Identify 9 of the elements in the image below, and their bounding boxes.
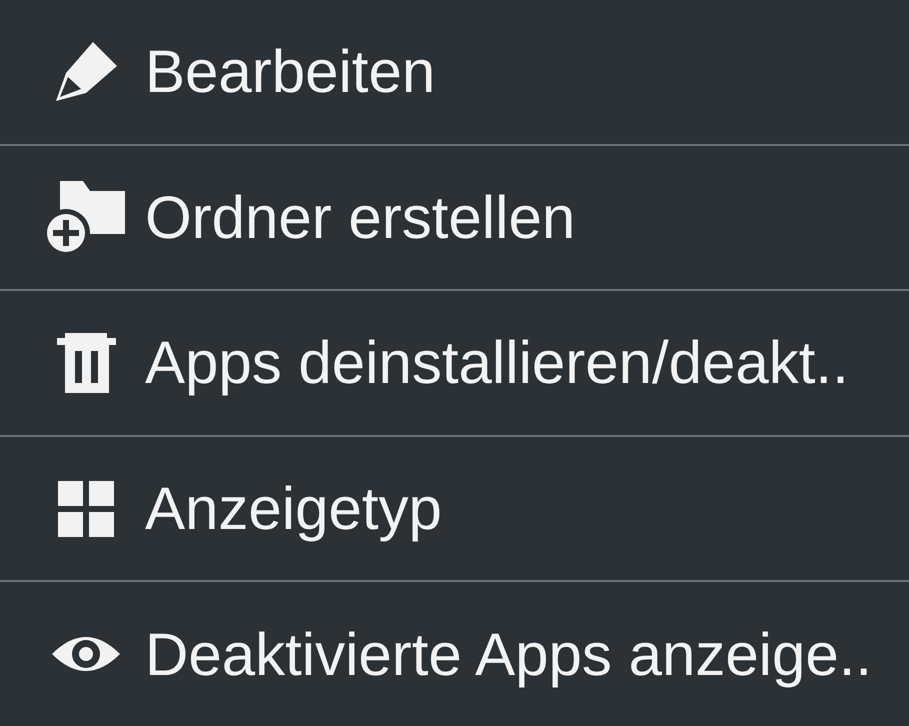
menu-item[interactable]: Apps deinstallieren/deakt.. (0, 289, 909, 435)
menu-item[interactable]: Ordner erstellen (0, 144, 909, 290)
menu-item[interactable]: Bearbeiten (0, 0, 909, 144)
menu-item[interactable]: Deaktivierte Apps anzeige.. (0, 580, 909, 726)
folder-plus-icon (46, 181, 126, 254)
pencil-icon (56, 42, 116, 102)
menu-item[interactable]: Anzeigetyp (0, 434, 909, 580)
trash-icon (56, 332, 116, 393)
grid-icon (58, 480, 114, 537)
